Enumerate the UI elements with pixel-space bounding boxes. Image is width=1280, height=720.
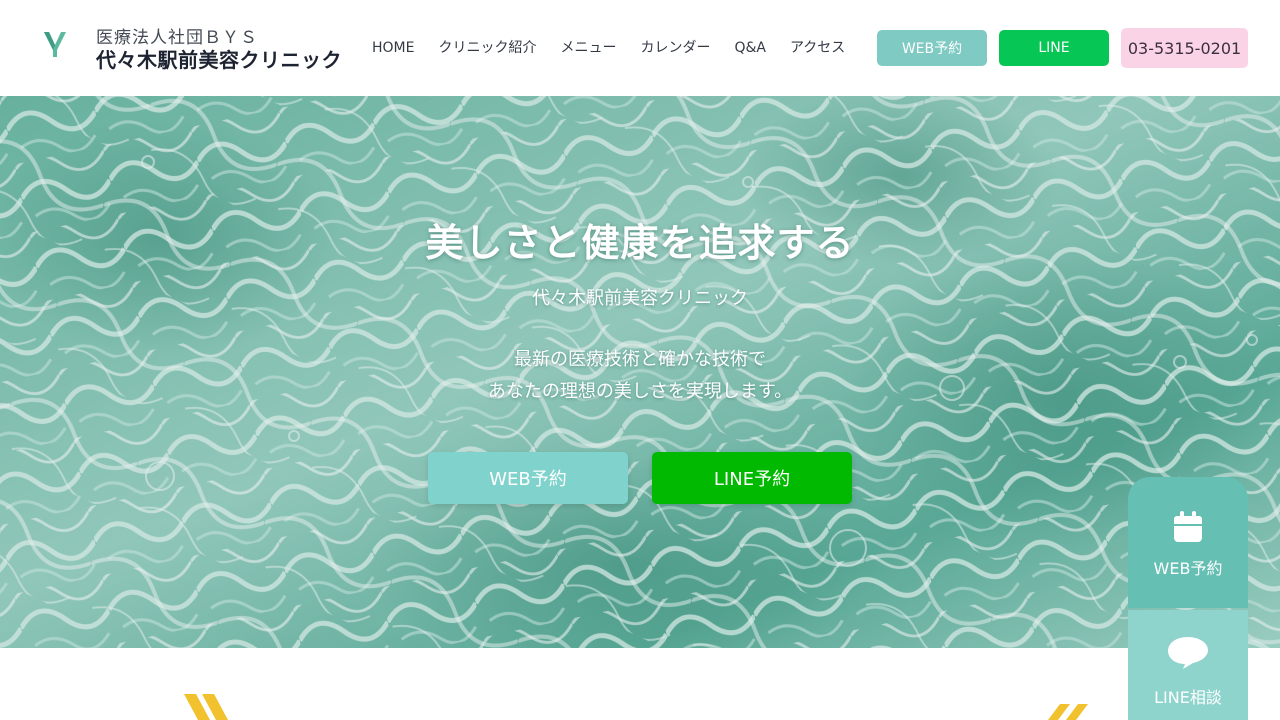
floating-line-consult-button[interactable]: LINE相談	[1128, 610, 1248, 720]
hero-section: 美しさと健康を追求する 代々木駅前美容クリニック 最新の医療技術と確かな技術で …	[0, 96, 1280, 648]
hero-description-line-1: 最新の医療技術と確かな技術で	[514, 349, 766, 370]
hero-line-reserve-button[interactable]: LINE予約	[652, 452, 852, 504]
nav-clinic-intro[interactable]: クリニック紹介	[438, 38, 536, 58]
hero-title: 美しさと健康を追求する	[425, 221, 855, 265]
site-header: 医療法人社団ＢＹＳ 代々木駅前美容クリニック HOME クリニック紹介 メニュー…	[0, 0, 1280, 96]
nav-calendar[interactable]: カレンダー	[640, 38, 710, 58]
hero-description-line-2: あなたの理想の美しさを実現します。	[487, 381, 793, 402]
hero-web-reserve-button[interactable]: WEB予約	[428, 452, 628, 504]
main-nav: HOME クリニック紹介 メニュー カレンダー Q&A アクセス	[372, 38, 869, 58]
floating-line-label: LINE相談	[1154, 688, 1222, 707]
hero-description: 最新の医療技術と確かな技術で あなたの理想の美しさを実現します。	[0, 344, 1280, 408]
header-phone-button[interactable]: 03-5315-0201	[1121, 28, 1248, 68]
logo-text[interactable]: 医療法人社団ＢＹＳ 代々木駅前美容クリニック	[96, 28, 342, 72]
hero-subtitle: 代々木駅前美容クリニック	[532, 288, 748, 309]
clinic-name: 代々木駅前美容クリニック	[96, 48, 342, 72]
speech-bubble-icon	[1168, 637, 1208, 669]
org-name: 医療法人社団ＢＹＳ	[96, 28, 258, 48]
calendar-icon	[1174, 511, 1202, 542]
quote-open-icon	[184, 694, 228, 720]
nav-home[interactable]: HOME	[372, 38, 414, 58]
nav-menu[interactable]: メニュー	[560, 38, 616, 58]
nav-access[interactable]: アクセス	[790, 38, 845, 58]
floating-web-label: WEB予約	[1153, 559, 1223, 578]
clinic-logo-icon[interactable]	[42, 30, 68, 58]
floating-web-reserve-button[interactable]: WEB予約	[1128, 477, 1248, 608]
nav-qa[interactable]: Q&A	[734, 38, 766, 58]
header-web-reserve-button[interactable]: WEB予約	[877, 30, 987, 66]
quote-close-icon	[1048, 704, 1088, 720]
header-line-button[interactable]: LINE	[999, 30, 1109, 66]
